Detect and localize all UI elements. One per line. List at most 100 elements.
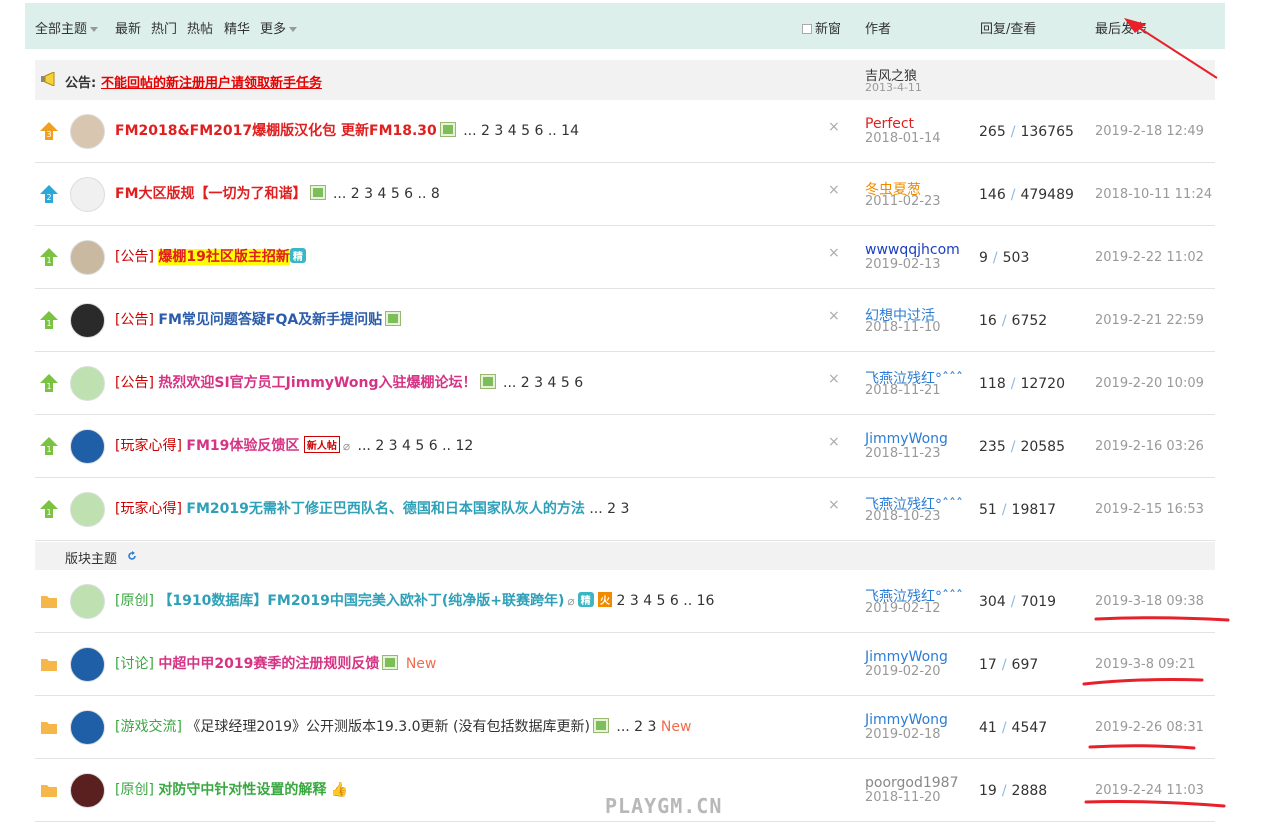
avatar[interactable] — [70, 429, 105, 464]
thread-pages[interactable]: ... 2 3 — [616, 719, 656, 735]
svg-text:3: 3 — [46, 130, 51, 139]
thread-title-link[interactable]: 中超中甲2019赛季的注册规则反馈 — [158, 656, 379, 672]
thread-title-link[interactable]: 《足球经理2019》公开测版本19.3.0更新 (没有包括数据库更新) — [186, 719, 590, 735]
close-icon[interactable]: × — [828, 434, 840, 450]
thread-prefix[interactable]: [原创] — [115, 593, 154, 609]
thread-author[interactable]: poorgod1987 — [865, 775, 959, 791]
avatar[interactable] — [70, 303, 105, 338]
thread-author[interactable]: Perfect — [865, 116, 914, 132]
new-window-checkbox[interactable] — [802, 24, 812, 34]
thread-prefix[interactable]: [原创] — [115, 782, 154, 798]
thread-row-sticky: 1 [玩家心得] FM2019无需补丁修正巴西队名、德国和日本国家队灰人的方法 .… — [35, 478, 1215, 541]
thread-prefix[interactable]: [玩家心得] — [115, 501, 182, 517]
thread-title-link[interactable]: FM常见问题答疑FQA及新手提问贴 — [158, 312, 382, 328]
thread-pages[interactable]: 2 3 4 5 6 .. 16 — [616, 593, 714, 609]
filter-latest[interactable]: 最新 — [115, 18, 141, 37]
col-author: 作者 — [865, 22, 892, 37]
thread-title-link[interactable]: FM2019无需补丁修正巴西队名、德国和日本国家队灰人的方法 — [186, 501, 584, 517]
last-post-time[interactable]: 2019-3-8 09:21 — [1095, 657, 1196, 672]
thread-author[interactable]: JimmyWong — [865, 649, 948, 665]
folder-icon — [39, 591, 59, 611]
image-attachment-icon — [479, 374, 496, 389]
thread-stats: 265/136765 — [979, 124, 1074, 140]
thread-author[interactable]: JimmyWong — [865, 431, 948, 447]
thread-prefix[interactable]: [公告] — [115, 312, 154, 328]
thread-prefix[interactable]: [讨论] — [115, 656, 154, 672]
last-post-time[interactable]: 2019-2-24 11:03 — [1095, 783, 1204, 798]
view-count: 136765 — [1020, 124, 1074, 140]
last-post-time[interactable]: 2018-10-11 11:24 — [1095, 187, 1212, 202]
announcement-link[interactable]: 不能回帖的新注册用户请领取新手任务 — [101, 72, 322, 91]
last-post-time[interactable]: 2019-2-22 11:02 — [1095, 250, 1204, 265]
last-post-time[interactable]: 2019-3-18 09:38 — [1095, 594, 1204, 609]
thread-row-sticky: 1 [玩家心得] FM19体验反馈区 新人帖 ⌀ ... 2 3 4 5 6 .. … — [35, 415, 1215, 478]
last-post-time[interactable]: 2019-2-18 12:49 — [1095, 124, 1204, 139]
close-icon[interactable]: × — [828, 119, 840, 135]
avatar[interactable] — [70, 240, 105, 275]
thread-pages[interactable]: ... 2 3 — [589, 501, 629, 517]
thread-stats: 16/6752 — [979, 313, 1047, 329]
thread-title-link[interactable]: 爆棚19社区版主招新 — [158, 249, 290, 265]
thread-prefix[interactable]: [公告] — [115, 375, 154, 391]
thread-stats: 118/12720 — [979, 376, 1065, 392]
reply-count: 118 — [979, 376, 1006, 392]
view-count: 7019 — [1020, 594, 1057, 610]
new-window-toggle[interactable]: 新窗 — [802, 18, 841, 37]
avatar[interactable] — [70, 584, 105, 619]
thread-pages[interactable]: ... 2 3 4 5 6 .. 14 — [463, 123, 579, 139]
col-reply-view: 回复/查看 — [980, 22, 1037, 37]
avatar[interactable] — [70, 647, 105, 682]
thread-prefix[interactable]: [游戏交流] — [115, 719, 182, 735]
thread-prefix[interactable]: [玩家心得] — [115, 438, 182, 454]
thread-title-link[interactable]: FM大区版规【一切为了和谐】 — [115, 186, 307, 202]
close-icon[interactable]: × — [828, 371, 840, 387]
thread-title-link[interactable]: 热烈欢迎SI官方员工JimmyWong入驻爆棚论坛！ — [158, 375, 476, 391]
avatar[interactable] — [70, 177, 105, 212]
filter-hot-posts[interactable]: 热帖 — [187, 18, 213, 37]
svg-text:1: 1 — [46, 445, 51, 454]
last-post-time[interactable]: 2019-2-20 10:09 — [1095, 376, 1204, 391]
thread-pages[interactable]: ... 2 3 4 5 6 — [503, 375, 583, 391]
thread-author-date: 2018-11-21 — [865, 383, 941, 398]
last-post-time[interactable]: 2019-2-16 03:26 — [1095, 439, 1204, 454]
thread-author[interactable]: wwwqqjhcom — [865, 242, 960, 258]
thread-prefix[interactable]: [公告] — [115, 249, 154, 265]
thread-title-link[interactable]: 对防守中针对性设置的解释 — [158, 782, 326, 798]
col-last-post[interactable]: 最后发表 — [1095, 18, 1147, 37]
close-icon[interactable]: × — [828, 182, 840, 198]
stats-divider: / — [1010, 124, 1016, 140]
new-window-label: 新窗 — [815, 22, 842, 37]
filter-all-topics[interactable]: 全部主题 — [35, 18, 98, 37]
refresh-icon[interactable] — [127, 551, 137, 561]
svg-text:1: 1 — [46, 382, 51, 391]
filter-hot[interactable]: 热门 — [151, 18, 177, 37]
view-count: 12720 — [1020, 376, 1065, 392]
avatar[interactable] — [70, 114, 105, 149]
new-label: New — [405, 656, 437, 672]
avatar[interactable] — [70, 710, 105, 745]
thread-title-link[interactable]: 【1910数据库】FM2019中国完美入欧补丁(纯净版+联赛跨年) — [158, 593, 564, 609]
last-post-time[interactable]: 2019-2-21 22:59 — [1095, 313, 1204, 328]
stats-divider: / — [1001, 502, 1007, 518]
last-post-time[interactable]: 2019-2-26 08:31 — [1095, 720, 1204, 735]
digest-badge: 精 — [289, 248, 306, 263]
close-icon[interactable]: × — [828, 497, 840, 513]
paperclip-icon: ⌀ — [342, 439, 351, 453]
filter-digest[interactable]: 精华 — [224, 18, 250, 37]
avatar[interactable] — [70, 366, 105, 401]
thread-title-link[interactable]: FM19体验反馈区 — [186, 438, 299, 454]
sticky-arrow-icon: 1 — [39, 247, 59, 267]
thread-title-link[interactable]: FM2018&FM2017爆棚版汉化包 更新FM18.30 — [115, 123, 437, 139]
avatar[interactable] — [70, 492, 105, 527]
avatar[interactable] — [70, 773, 105, 808]
reply-count: 16 — [979, 313, 997, 329]
filter-more[interactable]: 更多 — [260, 18, 297, 37]
stats-divider: / — [1001, 783, 1007, 799]
last-post-time[interactable]: 2019-2-15 16:53 — [1095, 502, 1204, 517]
thread-author[interactable]: JimmyWong — [865, 712, 948, 728]
close-icon[interactable]: × — [828, 245, 840, 261]
thread-pages[interactable]: ... 2 3 4 5 6 .. 8 — [333, 186, 440, 202]
close-icon[interactable]: × — [828, 308, 840, 324]
thread-pages[interactable]: ... 2 3 4 5 6 .. 12 — [358, 438, 474, 454]
thread-row-sticky: 1 [公告] FM常见问题答疑FQA及新手提问贴 × 幻想中过活 2018-11-10 1… — [35, 289, 1215, 352]
